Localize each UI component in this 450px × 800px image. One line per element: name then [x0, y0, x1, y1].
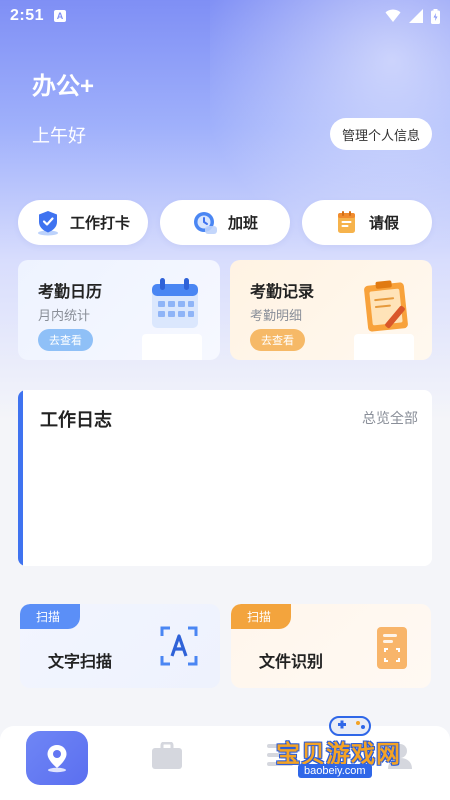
status-icons	[385, 8, 440, 24]
tab-work[interactable]	[151, 741, 183, 775]
text-scan-tag: 扫描	[20, 604, 80, 629]
file-recognition-label: 文件识别	[259, 654, 324, 671]
file-recognition-card[interactable]: 扫描 文件识别	[231, 604, 431, 688]
clock-in-label: 工作打卡	[69, 215, 130, 232]
overtime-label: 加班	[227, 215, 258, 232]
attendance-records-subtitle: 考勤明细	[250, 308, 303, 323]
text-scan-label: 文字扫描	[48, 654, 113, 671]
attendance-calendar-subtitle: 月内统计	[38, 308, 91, 323]
leave-button[interactable]: 请假	[302, 200, 432, 245]
wifi-icon	[385, 9, 401, 22]
notification-a-icon: A	[54, 10, 67, 22]
overtime-clock-icon	[193, 211, 217, 234]
work-log-card: 工作日志 总览全部	[18, 390, 432, 566]
text-scan-icon	[160, 626, 198, 666]
work-log-accent-bar	[18, 390, 23, 566]
attendance-calendar-card[interactable]: 考勤日历 月内统计 去查看	[18, 260, 220, 360]
greeting-text: 上午好	[32, 126, 86, 146]
overtime-button[interactable]: 加班	[160, 200, 290, 245]
attendance-records-title: 考勤记录	[250, 284, 315, 301]
file-recognition-icon	[377, 627, 407, 669]
status-bar: 2:51 A	[0, 0, 450, 32]
clipboard-pencil-icon	[364, 280, 408, 332]
text-scan-card[interactable]: 扫描 文字扫描	[20, 604, 220, 688]
watermark: 宝贝游戏网 baobeiy.com	[270, 712, 440, 782]
clock-in-shield-icon	[37, 210, 58, 235]
attendance-records-view-button[interactable]: 去查看	[250, 329, 305, 351]
attendance-calendar-title: 考勤日历	[38, 284, 103, 301]
tab-home[interactable]	[26, 731, 88, 785]
clock-in-button[interactable]: 工作打卡	[18, 200, 148, 245]
location-pin-icon	[47, 745, 67, 773]
manage-profile-button[interactable]: 管理个人信息	[329, 118, 432, 150]
watermark-url: baobeiy.com	[298, 764, 372, 778]
briefcase-icon	[152, 741, 182, 769]
calendar-icon	[152, 278, 198, 328]
work-log-title: 工作日志	[40, 410, 112, 430]
quick-actions: 工作打卡 加班 请假	[18, 200, 432, 245]
file-recognition-tag: 扫描	[231, 604, 291, 629]
leave-note-icon	[337, 210, 355, 233]
leave-label: 请假	[368, 215, 399, 232]
status-time: 2:51	[10, 7, 45, 24]
app-title: 办公+	[32, 73, 95, 100]
signal-icon	[409, 9, 423, 23]
attendance-calendar-view-button[interactable]: 去查看	[38, 329, 93, 351]
battery-icon	[431, 8, 440, 24]
attendance-records-card[interactable]: 考勤记录 考勤明细 去查看	[230, 260, 432, 360]
view-all-link[interactable]: 总览全部	[362, 408, 418, 428]
